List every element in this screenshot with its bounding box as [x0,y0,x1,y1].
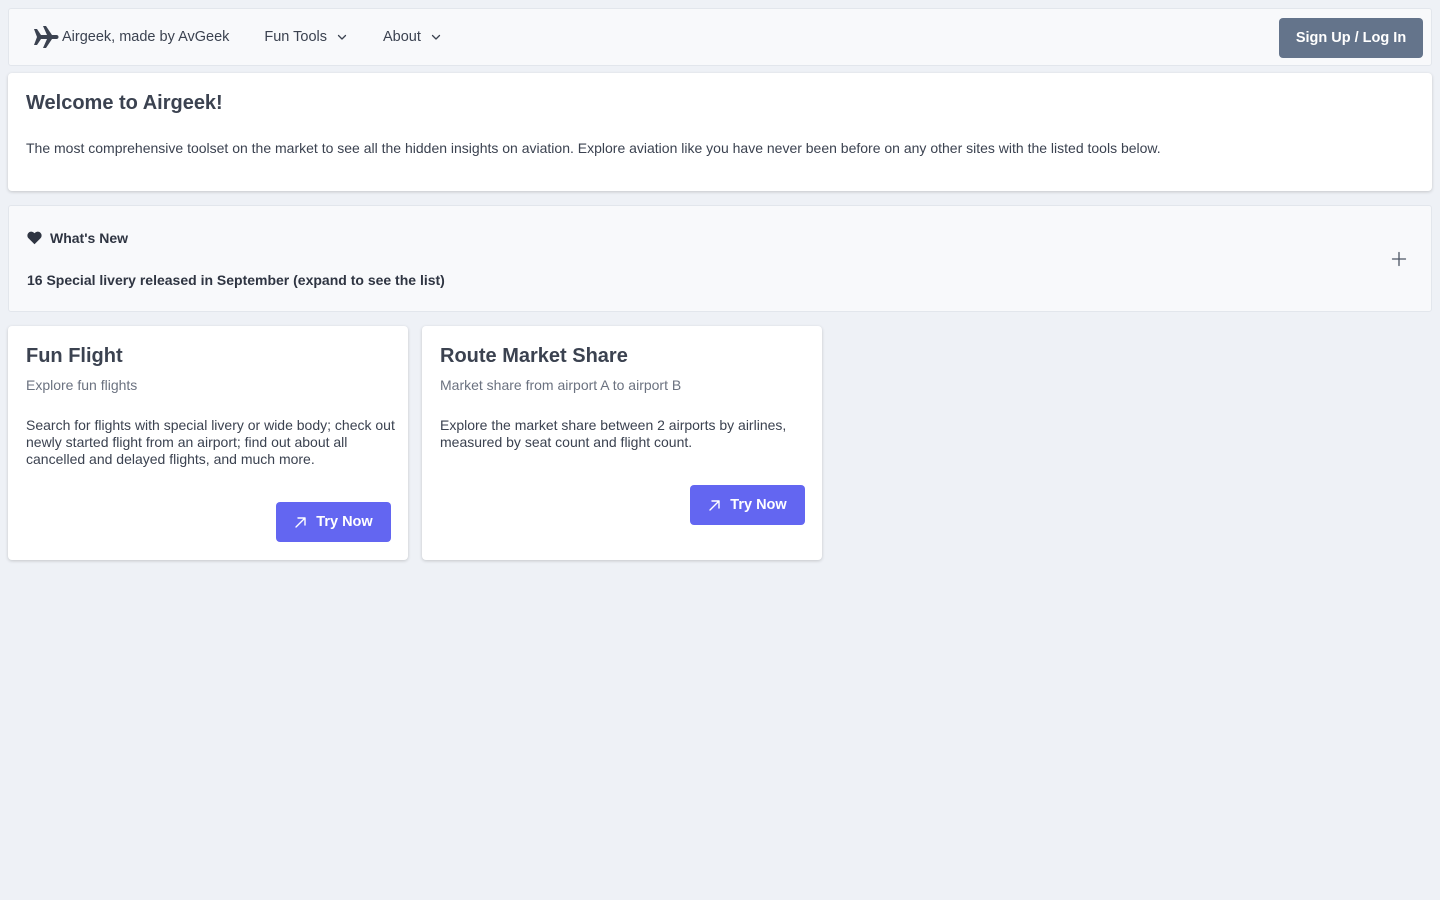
menu-about-label: About [383,29,421,45]
chevron-down-icon [337,32,347,42]
arrow-up-right-icon [294,516,307,529]
welcome-text: The most comprehensive toolset on the ma… [26,140,1161,156]
menu-fun-tools[interactable]: Fun Tools [264,29,347,45]
brand-label: Airgeek, made by AvGeek [62,29,230,45]
brand-link[interactable]: Airgeek, made by AvGeek [33,26,229,48]
card-title: Fun Flight [26,345,123,367]
page-title: Welcome to Airgeek! [26,92,223,114]
heart-icon [27,231,42,245]
whats-new-header: What's New [27,230,128,246]
chevron-down-icon [431,32,441,42]
card-description: Explore the market share between 2 airpo… [440,417,787,450]
plus-icon[interactable] [1391,251,1407,267]
try-now-label: Try Now [730,497,787,513]
card-title: Route Market Share [440,345,628,367]
whats-new-title: What's New [50,230,129,246]
try-now-label: Try Now [316,514,373,530]
card-subtitle: Market share from airport A to airport B [440,377,682,393]
top-navbar: Airgeek, made by AvGeek Fun Tools About … [8,8,1432,66]
whats-new-accordion[interactable]: What's New 16 Special livery released in… [8,205,1432,312]
tool-card-fun-flight: Fun Flight Explore fun flights Search fo… [8,326,408,560]
card-subtitle: Explore fun flights [26,377,138,393]
card-description: Search for flights with special livery o… [26,417,395,467]
airplane-icon [33,26,59,48]
menu-about[interactable]: About [383,29,441,45]
menu-fun-tools-label: Fun Tools [264,29,327,45]
whats-new-summary: 16 Special livery released in September … [27,272,445,288]
try-now-button[interactable]: Try Now [690,485,805,525]
arrow-up-right-icon [708,499,721,512]
tool-card-route-market-share: Route Market Share Market share from air… [422,326,822,560]
welcome-panel: Welcome to Airgeek! The most comprehensi… [8,73,1432,191]
signup-login-button[interactable]: Sign Up / Log In [1279,18,1423,58]
try-now-button[interactable]: Try Now [276,502,391,542]
